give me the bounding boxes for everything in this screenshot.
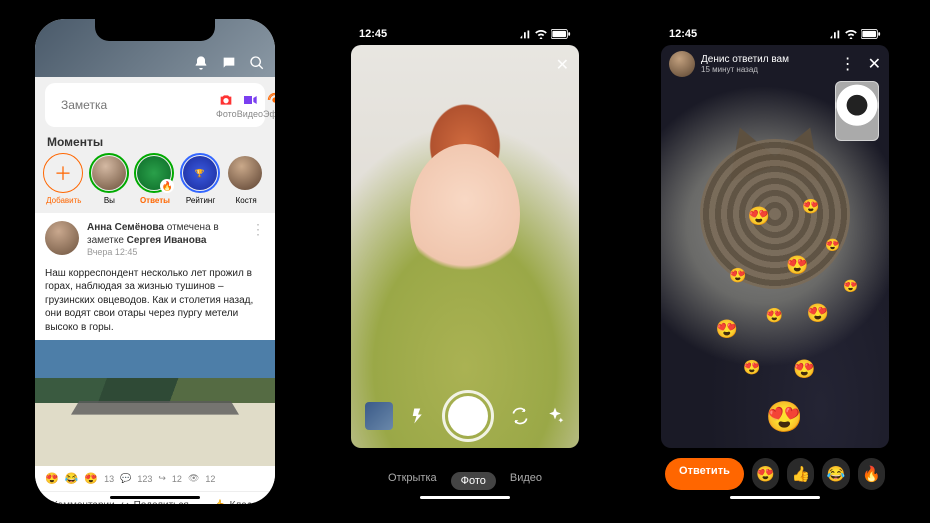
camera-viewfinder: ✕ [351, 45, 579, 448]
device-notch [95, 19, 215, 41]
camera-mode-tabs: Открытка Фото Видео [345, 472, 585, 490]
moments-row: ＋ Добавить Вы 🔥 Ответы 🏆 Рейтинг Костя [35, 153, 275, 213]
share-icon: ↪ [158, 473, 166, 484]
wifi-icon [844, 29, 858, 39]
moment-item[interactable]: Вы [89, 153, 131, 205]
like-button[interactable]: 👍 Класс [195, 492, 275, 504]
phone-camera: 12:45 ✕ Открытка Фото Видео [335, 9, 595, 514]
compose-photo[interactable]: Фото [216, 91, 237, 119]
mode-postcard[interactable]: Открытка [388, 472, 437, 490]
moment-item[interactable]: Костя [225, 153, 267, 205]
reply-button[interactable]: Ответить [665, 458, 744, 490]
feed-stats: 😍 😂 😍 13 💬123 ↪12 👁12 [35, 466, 275, 491]
close-icon[interactable]: ✕ [556, 55, 569, 75]
status-time: 12:45 [669, 28, 697, 40]
feed-card: Анна Семёнова отмечена в заметке Сергея … [35, 213, 275, 504]
home-indicator [420, 496, 510, 499]
reaction-icon[interactable]: 😍 [84, 472, 98, 485]
phone-story: 12:45 Денис ответил вам 15 минут назад ⋮… [645, 9, 905, 514]
reaction-icon[interactable]: 😂 [65, 472, 79, 485]
reaction-button[interactable]: 😂 [822, 458, 849, 490]
story-reaction-bar: Ответить 😍 👍 😂 🔥 [655, 458, 895, 490]
reaction-button[interactable]: 😍 [752, 458, 779, 490]
reaction-button[interactable]: 🔥 [858, 458, 885, 490]
home-indicator [730, 496, 820, 499]
moment-add[interactable]: ＋ Добавить [43, 153, 85, 205]
compose-input[interactable] [61, 98, 216, 112]
home-indicator [110, 496, 200, 499]
camera-controls [351, 390, 579, 442]
moment-item[interactable]: 🔥 Ответы [134, 153, 176, 205]
reaction-button[interactable]: 👍 [787, 458, 814, 490]
device-notch [715, 19, 835, 41]
reaction-icon[interactable]: 😍 [45, 472, 59, 485]
moments-header: Моменты [35, 127, 275, 153]
mode-video[interactable]: Видео [510, 472, 542, 490]
feed-head-text: Анна Семёнова отмечена в заметке Сергея … [87, 221, 243, 259]
compose-card: Фото Видео Эфир [45, 83, 265, 127]
camera-icon [218, 92, 234, 108]
wifi-icon [534, 29, 548, 39]
comment-icon: 💬 [120, 473, 131, 484]
broadcast-icon [267, 92, 275, 108]
mode-photo[interactable]: Фото [451, 472, 496, 490]
story-content[interactable]: Денис ответил вам 15 минут назад ⋮ ✕ 😍 😍… [661, 45, 889, 448]
bell-icon[interactable] [193, 55, 209, 71]
effects-icon[interactable] [545, 406, 565, 426]
battery-icon [861, 29, 881, 39]
avatar[interactable] [45, 221, 79, 255]
views-icon: 👁 [188, 473, 199, 484]
moment-item[interactable]: 🏆 Рейтинг [180, 153, 222, 205]
more-icon[interactable]: ⋮ [251, 221, 265, 259]
video-icon [242, 92, 258, 108]
gallery-thumbnail[interactable] [365, 402, 393, 430]
feed-body: Наш корреспондент несколько лет прожил в… [35, 267, 275, 341]
compose-video[interactable]: Видео [237, 91, 263, 119]
messages-icon[interactable] [221, 55, 237, 71]
search-icon[interactable] [249, 55, 265, 71]
reaction-swarm: 😍 😍 😍 😍 😍 😍 😍 😍 😍 😍 😍 😍 [661, 45, 889, 448]
switch-camera-icon[interactable] [510, 406, 530, 426]
status-time: 12:45 [359, 28, 387, 40]
battery-icon [551, 29, 571, 39]
feed-image[interactable] [35, 340, 275, 466]
flash-icon[interactable] [409, 407, 427, 425]
face-preview [410, 144, 520, 284]
compose-live[interactable]: Эфир [263, 91, 275, 119]
comments-button[interactable]: 💬 Комментарии [35, 492, 115, 504]
shutter-button[interactable] [442, 390, 494, 442]
phone-feed: Фото Видео Эфир Моменты ＋ Добавить Вы 🔥 [25, 9, 285, 514]
device-notch [405, 19, 525, 41]
